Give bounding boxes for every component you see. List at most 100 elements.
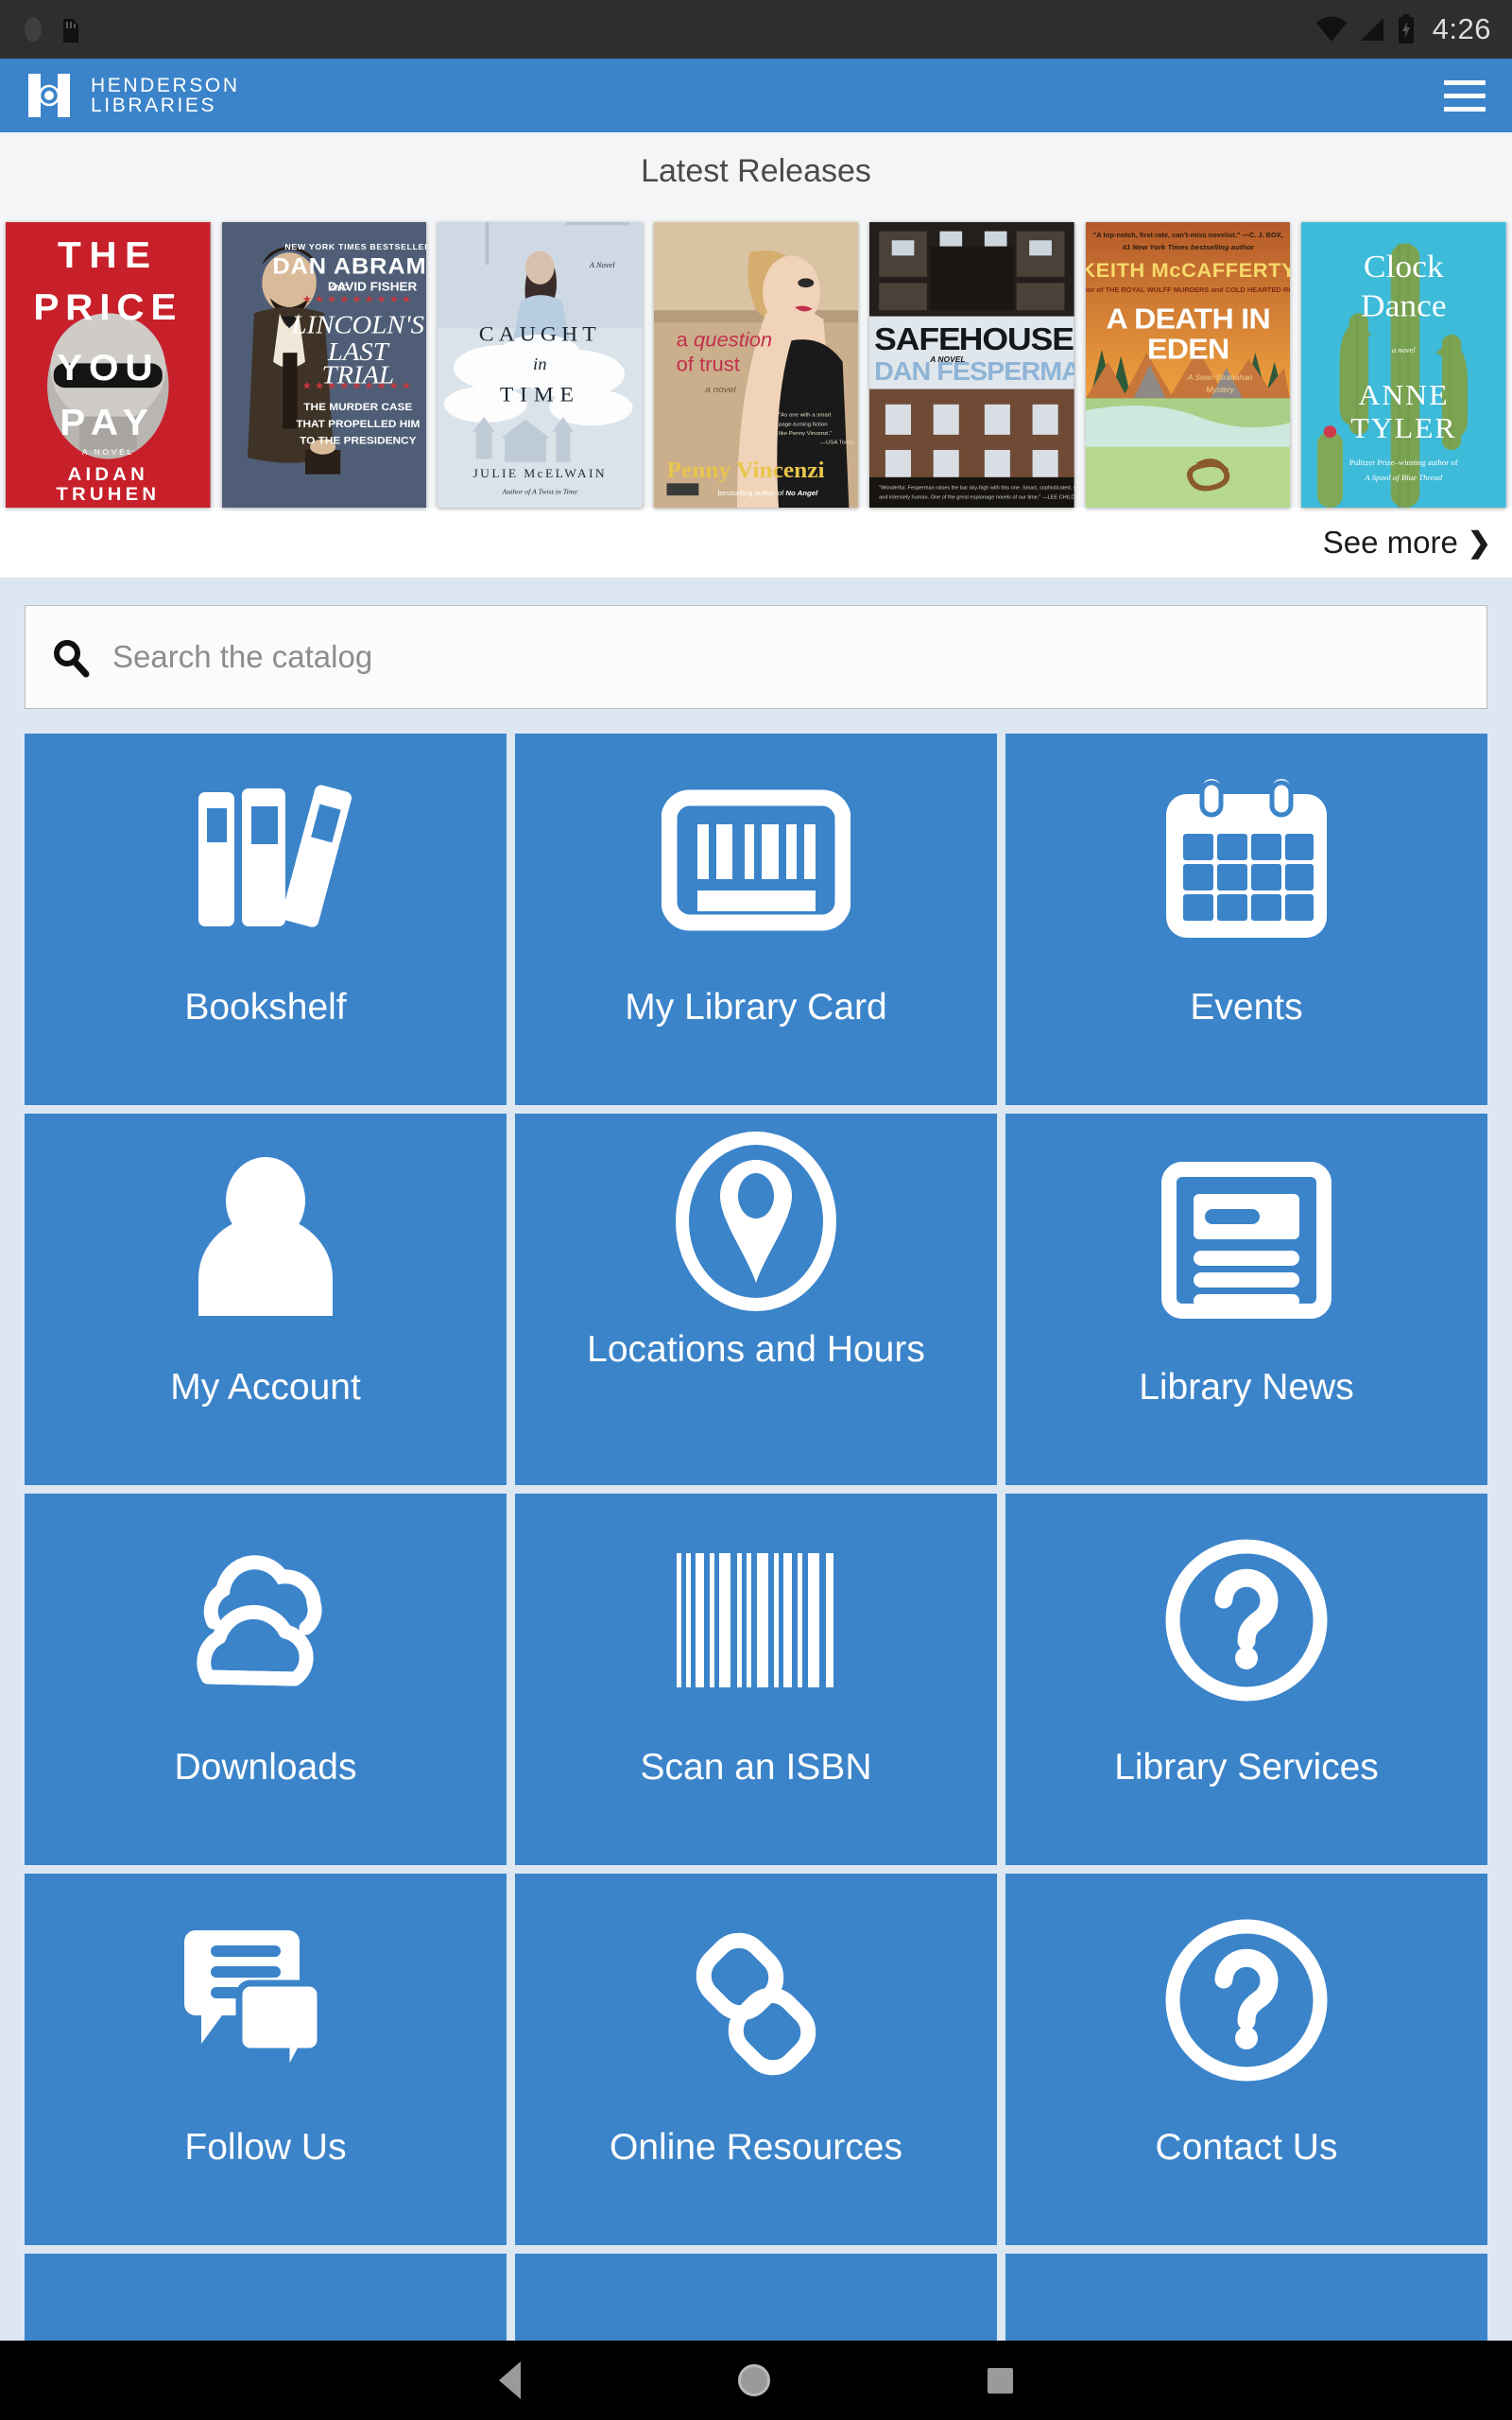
svg-text:ANNE: ANNE [1359, 379, 1450, 411]
chat-bubbles-icon [25, 1874, 507, 2127]
hamburger-bar [1444, 93, 1486, 98]
tile-my-library-card[interactable]: My Library Card [515, 734, 997, 1105]
search-input[interactable]: Search the catalog [25, 605, 1487, 709]
tile-label: Contact Us [1155, 2127, 1338, 2168]
see-more-row: See more ❯ [0, 508, 1512, 578]
tile-my-account[interactable]: My Account [25, 1114, 507, 1485]
book-cover[interactable]: SAFE HOUSES A NOVEL DAN FESPERMAN "Wonde… [869, 222, 1074, 508]
android-nav-bar [0, 2341, 1512, 2420]
tile-label: Follow Us [184, 2127, 347, 2168]
brand-line-1: HENDERSON [91, 74, 240, 96]
newspaper-icon [1005, 1114, 1487, 1367]
tile-label: Events [1190, 987, 1303, 1028]
tile-locations-and-hours[interactable]: Locations and Hours [515, 1114, 997, 1485]
svg-text:Dance: Dance [1361, 288, 1447, 323]
book-cover[interactable]: "A top-notch, first-rate, can't-miss nov… [1085, 222, 1291, 508]
svg-text:THE MURDER CASE: THE MURDER CASE [303, 402, 412, 413]
svg-text:★★★★★★★★★: ★★★★★★★★★ [301, 294, 413, 305]
tile-label: Bookshelf [184, 987, 347, 1028]
tile-label: Online Resources [610, 2127, 902, 2168]
hamburger-menu-icon[interactable] [1440, 71, 1489, 121]
svg-text:A Novel: A Novel [589, 261, 616, 269]
svg-text:TO THE PRESIDENCY: TO THE PRESIDENCY [300, 436, 417, 447]
svg-text:HOUSES: HOUSES [959, 322, 1074, 357]
svg-text:NEW YORK TIMES BESTSELLER: NEW YORK TIMES BESTSELLER [284, 242, 426, 251]
svg-text:of trust: of trust [676, 354, 739, 375]
svg-text:A Spool of Blue Thread: A Spool of Blue Thread [1365, 473, 1444, 482]
feature-tile-grid: Bookshelf My Library Card Events My Acco… [0, 734, 1512, 2341]
brand-logo[interactable]: HENDERSON LIBRARIES [23, 68, 240, 123]
svg-text:DAN FESPERMAN: DAN FESPERMAN [874, 357, 1074, 386]
tile-partial-row[interactable] [1005, 2254, 1487, 2341]
svg-text:a question: a question [676, 329, 771, 351]
calendar-icon [1005, 734, 1487, 987]
svg-text:TRUHEN: TRUHEN [56, 484, 160, 504]
tile-online-resources[interactable]: Online Resources [515, 1874, 997, 2245]
svg-text:DAN ABRAMS: DAN ABRAMS [272, 254, 426, 279]
svg-text:a novel: a novel [705, 385, 736, 395]
question-mark-icon [1005, 1494, 1487, 1747]
hamburger-bar [1444, 79, 1486, 85]
tile-label: Downloads [174, 1747, 357, 1788]
battery-charging-icon [1397, 14, 1416, 44]
brand-name: HENDERSON LIBRARIES [91, 74, 240, 116]
home-button-icon[interactable] [738, 2364, 770, 2396]
clouds-icon [25, 1494, 507, 1747]
svg-text:"A top-notch, first-rate, can': "A top-notch, first-rate, can't-miss nov… [1093, 231, 1283, 239]
book-cover[interactable]: THE PRICE YOU PAY A NOVEL AIDAN TRUHEN [6, 222, 211, 508]
back-button-icon[interactable] [499, 2361, 521, 2399]
tile-follow-us[interactable]: Follow Us [25, 1874, 507, 2245]
tile-label: My Library Card [625, 987, 887, 1028]
svg-text:a novel: a novel [1392, 346, 1416, 354]
tile-partial-row[interactable] [515, 2254, 997, 2341]
svg-text:TYLER: TYLER [1351, 412, 1457, 444]
svg-text:TRIAL: TRIAL [321, 361, 394, 389]
book-cover[interactable]: CAUGHT in TIME A Novel JULIE McELWAIN Au… [438, 222, 643, 508]
svg-text:—USA Today: —USA Today [820, 441, 854, 446]
chain-link-icon [515, 1874, 997, 2127]
svg-text:CAUGHT: CAUGHT [479, 321, 601, 345]
tile-contact-us[interactable]: Contact Us [1005, 1874, 1487, 2245]
svg-text:Mystery: Mystery [1206, 386, 1234, 394]
tile-scan-an-isbn[interactable]: Scan an ISBN [515, 1494, 997, 1865]
svg-text:PRICE: PRICE [33, 287, 182, 328]
svg-text:in: in [533, 354, 546, 372]
book-cover-carousel[interactable]: THE PRICE YOU PAY A NOVEL AIDAN TRUHEN N… [0, 205, 1512, 508]
chevron-right-icon: ❯ [1467, 527, 1491, 559]
tile-bookshelf[interactable]: Bookshelf [25, 734, 507, 1105]
book-cover[interactable]: a question of trust a novel Penny Vincen… [653, 222, 859, 508]
book-cover[interactable]: Clock Dance a novel ANNE TYLER Pulitzer … [1301, 222, 1507, 508]
android-status-bar: 4:26 [0, 0, 1512, 59]
svg-text:A DEATH IN: A DEATH IN [1106, 302, 1270, 335]
recents-button-icon[interactable] [988, 2367, 1013, 2394]
wifi-icon [1315, 16, 1348, 43]
svg-text:and intensely human. One of th: and intensely human. One of the great es… [879, 494, 1074, 500]
search-section: Search the catalog [0, 579, 1512, 734]
svg-text:A Sean Stranahan: A Sean Stranahan [1187, 373, 1253, 382]
see-more-button[interactable]: See more ❯ [1323, 525, 1491, 561]
circle-indicator-icon [21, 13, 45, 45]
tile-downloads[interactable]: Downloads [25, 1494, 507, 1865]
tile-library-news[interactable]: Library News [1005, 1114, 1487, 1485]
see-more-label: See more [1322, 525, 1458, 560]
svg-text:"As one with a smart: "As one with a smart [779, 413, 832, 419]
svg-text:KEITH McCAFFERTY: KEITH McCAFFERTY [1086, 259, 1291, 281]
book-cover[interactable]: NEW YORK TIMES BESTSELLER DAN ABRAMS AND… [221, 222, 427, 508]
svg-text:#1 New York Times bestselling: #1 New York Times bestselling author [1122, 243, 1254, 251]
cell-signal-icon [1359, 16, 1385, 43]
brand-line-2: LIBRARIES [91, 95, 217, 116]
svg-text:Clock: Clock [1364, 250, 1445, 285]
svg-text:Penny Vincenzi: Penny Vincenzi [666, 458, 824, 482]
app-header-bar: HENDERSON LIBRARIES [0, 59, 1512, 132]
status-right-icons: 4:26 [1315, 12, 1491, 46]
tile-label: Locations and Hours [587, 1329, 925, 1370]
tile-events[interactable]: Events [1005, 734, 1487, 1105]
svg-text:page-turning fiction: page-turning fiction [779, 422, 828, 427]
latest-releases-section: Latest Releases THE PRICE YOU PAY A NOVE… [0, 132, 1512, 579]
tile-partial-row[interactable] [25, 2254, 507, 2341]
tile-library-services[interactable]: Library Services [1005, 1494, 1487, 1865]
svg-text:Author of THE ROYAL WULFF MURD: Author of THE ROYAL WULFF MURDERS and CO… [1086, 285, 1291, 294]
svg-text:like Penny Vincenzi.": like Penny Vincenzi." [779, 431, 832, 437]
tile-label: Library Services [1114, 1747, 1379, 1788]
status-left-icons [21, 13, 81, 45]
